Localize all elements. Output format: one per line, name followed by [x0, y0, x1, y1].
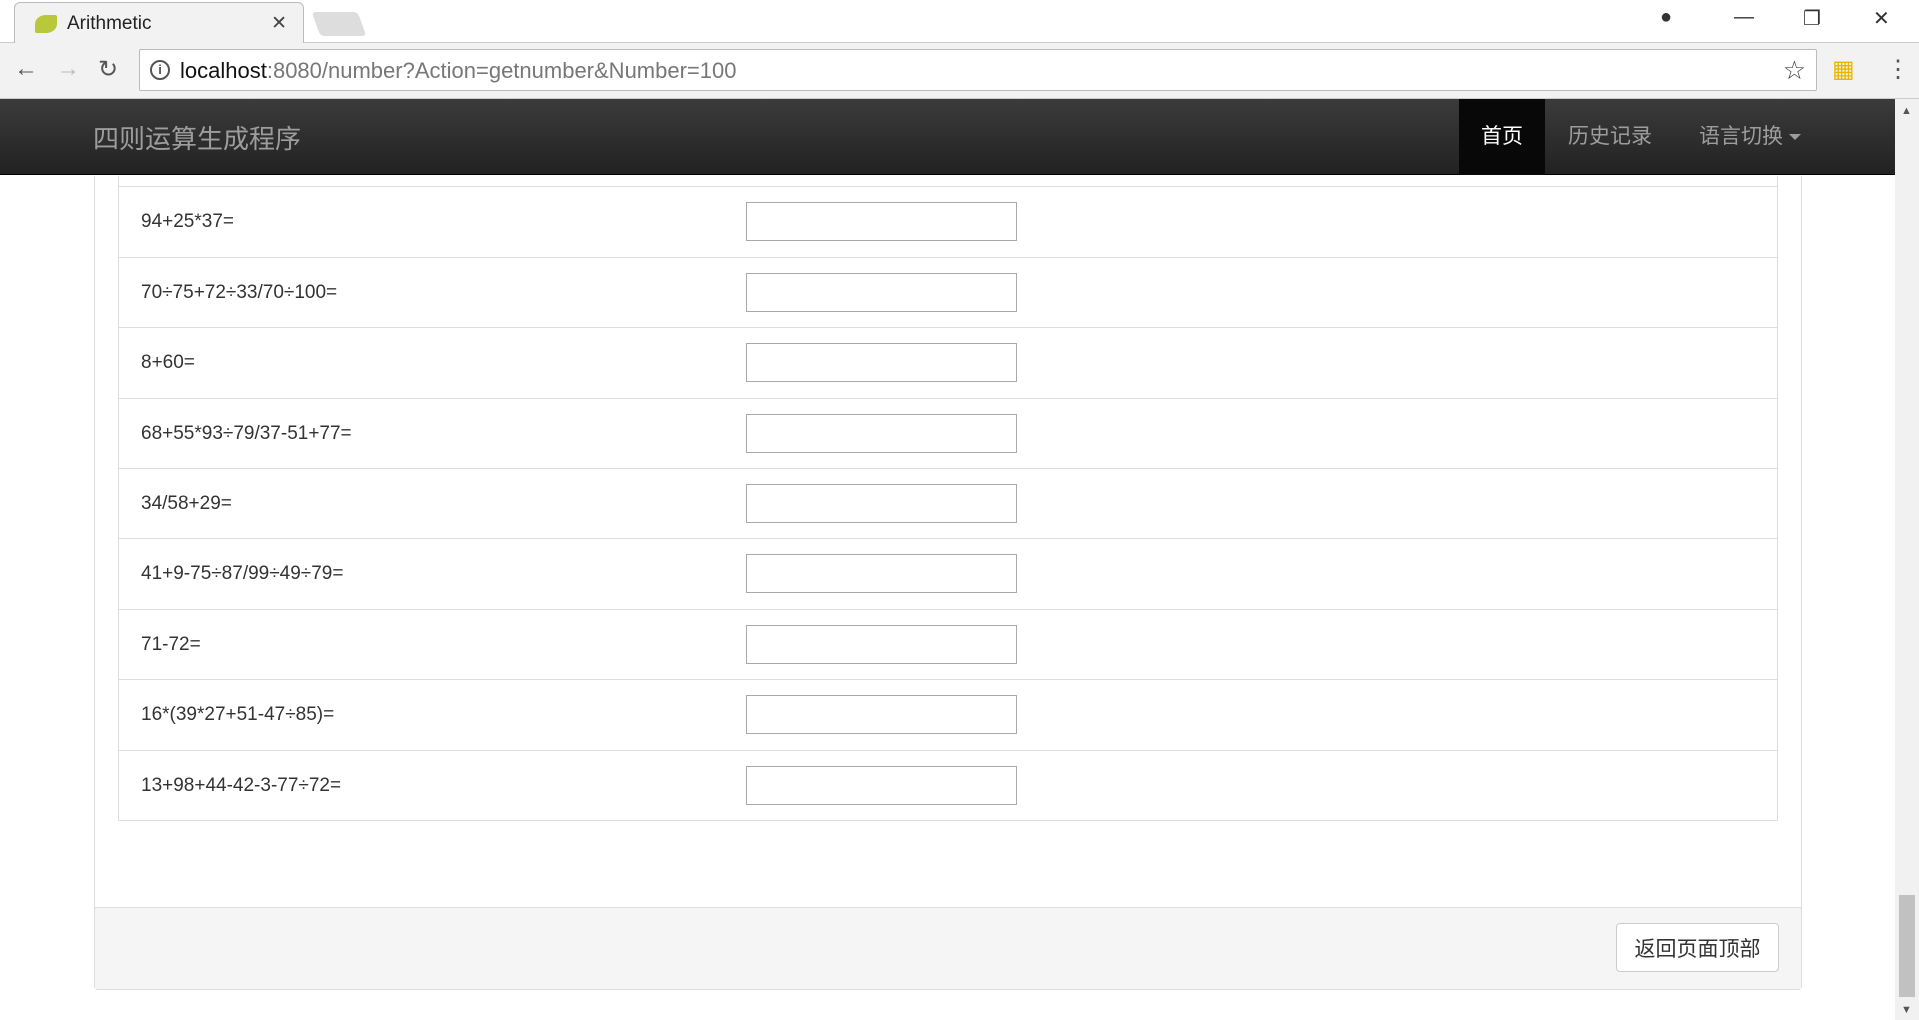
tab-title: Arithmetic — [67, 13, 152, 34]
question-list: 39*89/59+85/55+1= 94+25*37= 70÷75+72÷33/70… — [118, 176, 1778, 821]
scroll-up-icon[interactable]: ▲ — [1901, 105, 1912, 117]
url-host: localhost — [180, 58, 267, 83]
nav-home[interactable]: 首页 — [1459, 99, 1545, 175]
question-row: 8+60= — [118, 328, 1778, 399]
content: 39*89/59+85/55+1= 94+25*37= 70÷75+72÷33/70… — [0, 176, 1895, 1020]
restore-icon[interactable]: ❐ — [1803, 6, 1821, 31]
answer-input[interactable] — [746, 765, 1017, 805]
question-row: 68+55*93÷79/37-51+77= — [118, 398, 1778, 469]
question-row: 70÷75+72÷33/70÷100= — [118, 257, 1778, 329]
close-window-icon[interactable]: ✕ — [1873, 6, 1890, 31]
question-text: 16*(39*27+51-47÷85)= — [141, 704, 335, 726]
bookmark-star-icon[interactable]: ☆ — [1783, 55, 1806, 86]
tab-bar: Arithmetic ✕ ● — ❐ ✕ — [0, 0, 1919, 44]
question-row: 39*89/59+85/55+1= — [118, 176, 1778, 188]
question-text: 94+25*37= — [141, 211, 234, 233]
navbar: 四则运算生成程序 首页 历史记录 语言切换 — [0, 99, 1895, 175]
caret-down-icon — [1789, 134, 1801, 141]
question-row: 34/58+29= — [118, 468, 1778, 540]
answer-input[interactable] — [746, 202, 1017, 242]
nav-history[interactable]: 历史记录 — [1550, 99, 1670, 175]
scroll-down-icon[interactable]: ▼ — [1901, 1004, 1912, 1016]
browser-tab[interactable]: Arithmetic ✕ — [14, 2, 304, 44]
brand[interactable]: 四则运算生成程序 — [93, 119, 301, 156]
answer-input[interactable] — [746, 272, 1017, 312]
panel-footer: 返回页面顶部 — [95, 907, 1801, 989]
question-text: 71-72= — [141, 633, 201, 655]
question-panel: 39*89/59+85/55+1= 94+25*37= 70÷75+72÷33/70… — [94, 176, 1802, 990]
question-row: 13+98+44-42-3-77÷72= — [118, 750, 1778, 821]
url-path: :8080/number?Action=getnumber&Number=100 — [266, 58, 737, 83]
menu-icon[interactable]: ⋮ — [1886, 55, 1910, 84]
url-input[interactable]: i localhost:8080/number?Action=getnumber… — [139, 49, 1817, 91]
scrollbar-thumb[interactable] — [1899, 895, 1915, 997]
info-icon[interactable]: i — [150, 60, 170, 80]
close-tab-icon[interactable]: ✕ — [271, 12, 287, 35]
back-to-top-button[interactable]: 返回页面顶部 — [1616, 923, 1779, 972]
question-text: 70÷75+72÷33/70÷100= — [141, 281, 338, 303]
minimize-icon[interactable]: — — [1734, 6, 1754, 29]
question-text: 13+98+44-42-3-77÷72= — [141, 774, 342, 796]
answer-input[interactable] — [746, 483, 1017, 523]
question-text: 41+9-75÷87/99÷49÷79= — [141, 563, 344, 585]
reload-icon[interactable]: ↻ — [98, 55, 118, 84]
nav-history-label: 历史记录 — [1568, 125, 1652, 148]
answer-input[interactable] — [746, 343, 1017, 383]
answer-input[interactable] — [746, 554, 1017, 594]
extension-icon[interactable]: ▦ — [1832, 55, 1855, 84]
leaf-favicon-icon — [35, 15, 57, 33]
back-icon[interactable]: ← — [14, 55, 38, 83]
question-row: 41+9-75÷87/99÷49÷79= — [118, 539, 1778, 610]
nav-home-label: 首页 — [1481, 125, 1523, 148]
question-row: 16*(39*27+51-47÷85)= — [118, 680, 1778, 751]
new-tab-button[interactable] — [311, 12, 367, 36]
forward-icon[interactable]: → — [56, 55, 80, 83]
answer-input[interactable] — [746, 695, 1017, 735]
profile-icon[interactable]: ● — [1660, 6, 1672, 29]
answer-input[interactable] — [746, 413, 1017, 453]
scrollbar[interactable]: ▲ ▼ — [1895, 99, 1919, 1020]
answer-input[interactable] — [746, 624, 1017, 664]
question-row: 71-72= — [118, 609, 1778, 681]
address-bar-area: ← → ↻ i localhost:8080/number?Action=get… — [0, 43, 1919, 99]
question-text: 8+60= — [141, 352, 195, 374]
nav-language-label: 语言切换 — [1699, 125, 1783, 148]
nav-language-dropdown[interactable]: 语言切换 — [1680, 99, 1820, 175]
question-row: 94+25*37= — [118, 187, 1778, 258]
question-text: 68+55*93÷79/37-51+77= — [141, 422, 352, 444]
question-text: 34/58+29= — [141, 492, 232, 514]
